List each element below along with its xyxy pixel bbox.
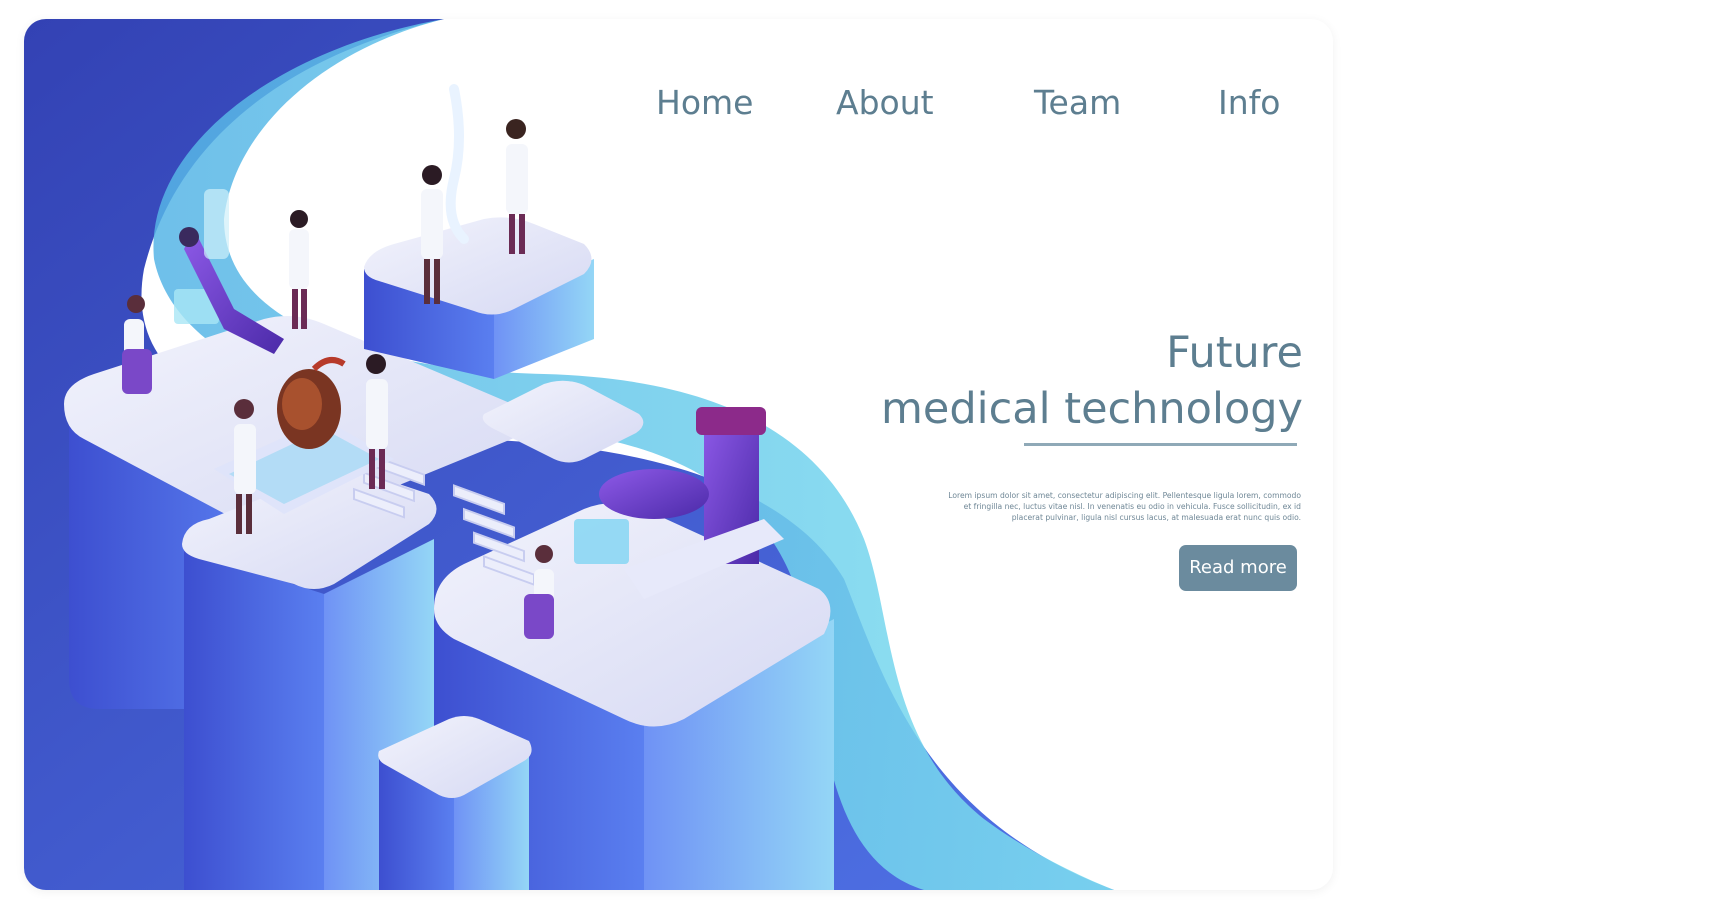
title-divider <box>1024 443 1297 446</box>
hero-title: Future medical technology <box>881 325 1303 437</box>
hero-body-text: Lorem ipsum dolor sit amet, consectetur … <box>948 490 1301 522</box>
landing-card: Home About Team Info Future medical tech… <box>24 19 1333 890</box>
medical-illustration <box>24 19 1114 890</box>
figure-doctor-dental <box>289 210 309 329</box>
center-pillar-left <box>184 549 324 890</box>
read-more-button[interactable]: Read more <box>1179 545 1297 591</box>
nav-team-link[interactable]: Team <box>1034 83 1121 122</box>
nav-info-link[interactable]: Info <box>1218 83 1280 122</box>
hero-title-line2: medical technology <box>881 384 1303 434</box>
nav-home-link[interactable]: Home <box>656 83 753 122</box>
hero-title-line1: Future <box>1166 328 1303 378</box>
nav-about-link[interactable]: About <box>836 83 934 122</box>
top-navigation: Home About Team Info <box>24 83 1333 131</box>
